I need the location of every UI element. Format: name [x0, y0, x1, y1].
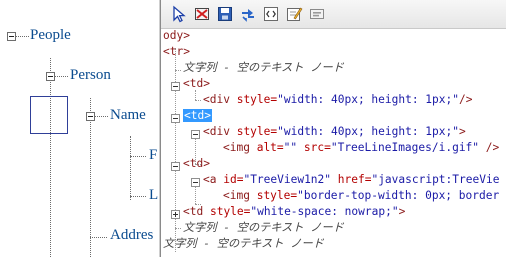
collapse-people-icon[interactable] — [7, 32, 16, 41]
collapse-node-icon[interactable] — [171, 82, 180, 91]
dom-line[interactable]: <tr> — [163, 44, 190, 60]
dom-tag: <div — [203, 93, 230, 106]
dom-attr-value: "border-top-width: 0px; border — [297, 189, 500, 202]
dom-attr-name: alt= — [256, 141, 284, 154]
dom-attr-name: style= — [236, 125, 278, 138]
dom-tag: <tr> — [163, 45, 190, 58]
dom-tag: <div — [203, 125, 230, 138]
collapse-node-icon[interactable] — [171, 162, 180, 171]
dom-guide-line — [175, 70, 181, 71]
collapse-node-icon[interactable] — [191, 178, 200, 187]
dom-line[interactable]: <td> — [183, 76, 210, 92]
tree-node-address[interactable]: Addres — [110, 227, 153, 244]
devtools-panel: ody> <tr> 文字列 - 空のテキスト ノード <td> <div sty… — [160, 0, 506, 257]
dom-line[interactable]: <img alt="" src="TreeLineImages/i.gif" /… — [223, 140, 499, 156]
dom-attr-value: "TreeLineImages/i.gif" — [330, 141, 480, 154]
collapse-name-icon[interactable] — [86, 112, 95, 121]
dom-attr-value: "white-space: nowrap;" — [250, 205, 399, 218]
devtools-toolbar — [161, 0, 506, 29]
dom-tag: > — [458, 125, 466, 138]
tree-connector — [55, 76, 68, 77]
tree-node-person[interactable]: Person — [70, 67, 111, 84]
tree-node-last[interactable]: L — [149, 187, 158, 204]
dom-attr-value: "" — [283, 141, 298, 154]
empty-text-node: 文字列 - 空のテキスト ノード — [183, 61, 344, 74]
dom-attr-value: "TreeView1n2" — [243, 173, 332, 186]
dom-tag: <td — [183, 205, 204, 218]
dom-attr-name: style= — [236, 93, 278, 106]
dom-line[interactable]: 文字列 - 空のテキスト ノード — [183, 220, 344, 236]
dom-tag: /> — [458, 93, 473, 106]
dom-guide-line — [195, 100, 201, 101]
collapse-person-icon[interactable] — [46, 72, 55, 81]
dom-line[interactable]: <div style="width: 40px; height: 1px;"/> — [203, 92, 472, 108]
dom-tag: <img — [223, 189, 250, 202]
dom-tag: <a — [203, 173, 217, 186]
dom-line[interactable]: <img style="border-top-width: 0px; borde… — [223, 188, 499, 204]
tree-connector — [90, 237, 107, 238]
dom-tag: <td> — [183, 157, 210, 170]
tree-connector — [90, 98, 91, 257]
dom-line[interactable]: 文字列 - 空のテキスト ノード — [183, 60, 344, 76]
screenshot: People Person Name F L Addres ody> <tr> … — [0, 0, 506, 257]
dom-line[interactable]: <td style="white-space: nowrap;"> — [183, 204, 405, 220]
select-element-icon[interactable] — [170, 5, 188, 23]
dom-line-selected[interactable]: <td> — [183, 108, 212, 124]
dom-attr-name: href= — [337, 173, 372, 186]
dom-line[interactable]: <td> — [183, 156, 210, 172]
tree-node-name[interactable]: Name — [110, 107, 146, 124]
dom-attr-value: "javascript:TreeVie — [371, 173, 500, 186]
dom-attr-name: id= — [223, 173, 244, 186]
collapse-node-icon[interactable] — [191, 130, 200, 139]
dom-line[interactable]: 文字列 - 空のテキスト ノード — [163, 236, 324, 252]
dom-line[interactable]: <div style="width: 40px; height: 1px;"> — [203, 124, 466, 140]
tree-node-first[interactable]: F — [149, 147, 157, 164]
dom-attr-value: "width: 40px; height: 1px;" — [277, 93, 459, 106]
layout-icon[interactable] — [308, 5, 326, 23]
clear-icon[interactable] — [193, 5, 211, 23]
tree-connector — [16, 36, 29, 37]
dom-tag: > — [398, 205, 406, 218]
dom-tag: /> — [485, 141, 500, 154]
highlighted-spacer-cell — [30, 96, 68, 134]
dom-tag: <img — [223, 141, 250, 154]
tree-node-people[interactable]: People — [30, 27, 71, 44]
dom-line[interactable]: <a id="TreeView1n2" href="javascript:Tre… — [203, 172, 499, 188]
edit-icon[interactable] — [285, 5, 303, 23]
selected-dom-tag: <td> — [183, 109, 212, 122]
refresh-icon[interactable] — [239, 5, 257, 23]
collapse-node-icon[interactable] — [171, 114, 180, 123]
dom-tag: <td> — [183, 77, 210, 90]
empty-text-node: 文字列 - 空のテキスト ノード — [183, 221, 344, 234]
dom-guide-line — [175, 48, 176, 252]
expand-node-icon[interactable] — [171, 210, 180, 219]
dom-line[interactable]: ody> — [163, 28, 190, 44]
dom-tree: ody> <tr> 文字列 - 空のテキスト ノード <td> <div sty… — [161, 28, 506, 257]
tree-connector — [130, 196, 146, 197]
dom-attr-value: "width: 40px; height: 1px;" — [277, 125, 459, 138]
tree-connector — [50, 58, 51, 257]
dom-attr-name: style= — [256, 189, 298, 202]
dom-guide-line — [175, 228, 181, 229]
dom-attr-name: style= — [209, 205, 251, 218]
tree-connector — [95, 116, 108, 117]
save-icon[interactable] — [216, 5, 234, 23]
empty-text-node: 文字列 - 空のテキスト ノード — [163, 237, 324, 250]
dom-tag: ody> — [163, 29, 190, 42]
dom-attr-name: src= — [303, 141, 331, 154]
tree-connector — [130, 136, 131, 200]
dom-guide-line — [195, 186, 196, 204]
view-source-icon[interactable] — [262, 5, 280, 23]
tree-connector — [130, 156, 146, 157]
